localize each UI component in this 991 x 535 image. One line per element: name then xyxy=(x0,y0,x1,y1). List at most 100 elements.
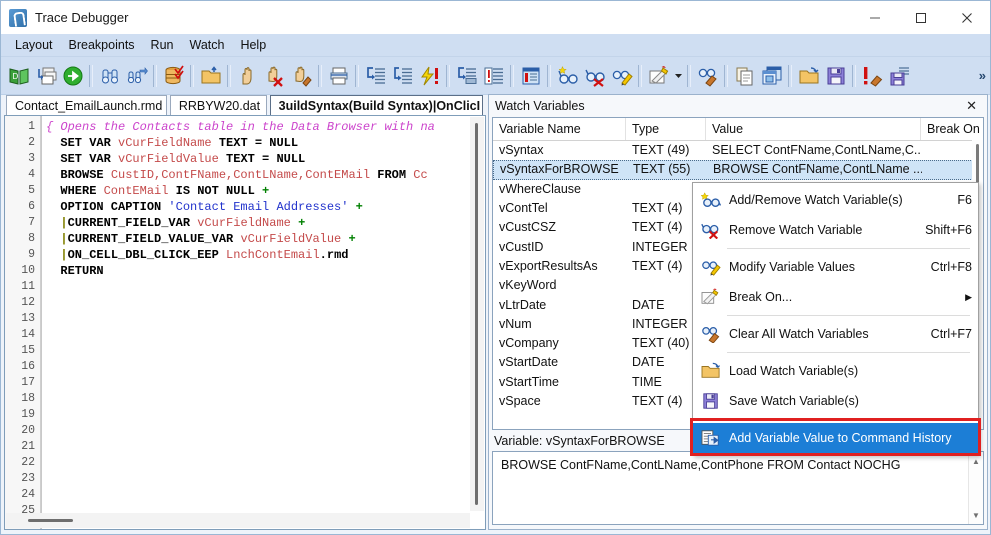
toolbar-overflow-chevron[interactable]: » xyxy=(979,68,986,83)
watch-variables-panel: Watch Variables ✕ Variable Name Type Val… xyxy=(488,94,988,530)
line-number: 3 xyxy=(28,152,35,165)
open-folder-up-icon[interactable] xyxy=(197,61,224,91)
table-row[interactable]: vSyntaxForBROWSE TEXT (55) BROWSE ContFNam… xyxy=(493,160,983,180)
hand-pause-icon[interactable] xyxy=(234,61,261,91)
column-header-value[interactable]: Value xyxy=(706,118,921,140)
maximize-button[interactable] xyxy=(898,1,944,34)
line-number: 22 xyxy=(21,456,35,469)
table-row[interactable]: vSyntax TEXT (49) SELECT ContFName,ContLNa… xyxy=(493,141,983,160)
open-book-icon[interactable]: D xyxy=(5,61,32,91)
column-header-break-on[interactable]: Break On xyxy=(921,118,983,140)
step-over-icon[interactable] xyxy=(389,61,416,91)
menu-item-shortcut: Ctrl+F8 xyxy=(930,260,972,274)
break-on-dropdown-icon[interactable] xyxy=(672,61,684,91)
clear-watch-brush-icon[interactable] xyxy=(694,61,721,91)
menu-item-save-watch-variable-s[interactable]: Save Watch Variable(s) xyxy=(693,386,978,416)
add-watch-glasses-icon[interactable] xyxy=(554,61,581,91)
watch-context-menu: Add/Remove Watch Variable(s) F6 Remove Wat… xyxy=(690,182,981,456)
scroll-up-arrow-icon[interactable]: ▲ xyxy=(969,454,983,468)
cell-value: BROWSE ContFName,ContLName ... xyxy=(713,162,922,177)
menu-item-remove-watch-variable[interactable]: Remove Watch Variable Shift+F6 xyxy=(693,215,978,245)
lightning-break-icon[interactable] xyxy=(416,61,443,91)
step-into-icon[interactable] xyxy=(362,61,389,91)
window-stack-icon[interactable] xyxy=(758,61,785,91)
toolbar-separator xyxy=(153,64,157,87)
line-number: 16 xyxy=(21,360,35,373)
cell-variable-name: vStartDate xyxy=(499,355,559,370)
line-number: 17 xyxy=(21,376,35,389)
scrollbar-thumb[interactable] xyxy=(475,123,478,505)
code-line: OPTION CAPTION 'Contact Email Addresses'… xyxy=(46,199,485,215)
step-out-icon[interactable] xyxy=(453,61,480,91)
hand-clear-brush-icon[interactable] xyxy=(288,61,315,91)
scroll-down-arrow-icon[interactable]: ▼ xyxy=(969,508,983,522)
tab-rrbyw20[interactable]: RRBYW20.dat xyxy=(169,95,267,116)
clear-breakpoints-icon[interactable] xyxy=(859,61,886,91)
save-list-floppy-icon[interactable] xyxy=(886,61,913,91)
code-token: 'Contact Email Addresses' xyxy=(168,200,349,214)
find-binoculars-icon[interactable] xyxy=(96,61,123,91)
code-editor[interactable]: 1 2 3 4 5 6 7 8 9 10 11 12 13 14 15 16 1 xyxy=(4,115,486,530)
menu-item-break-on[interactable]: Break On... ▶ xyxy=(693,282,978,312)
cell-variable-name: vNum xyxy=(499,316,532,331)
menu-watch[interactable]: Watch xyxy=(181,36,232,54)
menu-item-load-watch-variable-s[interactable]: Load Watch Variable(s) xyxy=(693,356,978,386)
column-header-variable-name[interactable]: Variable Name xyxy=(493,118,626,140)
menu-help[interactable]: Help xyxy=(232,36,274,54)
copy-windows-icon[interactable] xyxy=(32,61,59,91)
code-line: RETURN xyxy=(46,263,485,279)
print-icon[interactable] xyxy=(325,61,352,91)
code-token: + xyxy=(262,184,270,198)
code-line: BROWSE CustID,ContFName,ContLName,ContEM… xyxy=(46,167,485,183)
scrollbar-thumb[interactable] xyxy=(28,519,73,522)
command-history-icon[interactable] xyxy=(517,61,544,91)
menu-item-label: Modify Variable Values xyxy=(729,260,855,274)
menu-item-modify-variable-values[interactable]: Modify Variable Values Ctrl+F8 xyxy=(693,252,978,282)
modify-watch-pencil-icon[interactable] xyxy=(608,61,635,91)
code-text-area[interactable]: { Opens the Contacts table in the Data B… xyxy=(41,116,485,529)
line-number: 10 xyxy=(21,264,35,277)
tab-contact-emaillaunch[interactable]: Contact_EmailLaunch.rmd xyxy=(6,95,167,116)
save-floppy-icon[interactable] xyxy=(822,61,849,91)
load-folder-icon[interactable] xyxy=(795,61,822,91)
editor-horizontal-scrollbar[interactable] xyxy=(6,513,470,528)
close-icon[interactable]: ✕ xyxy=(962,98,981,114)
go-run-icon[interactable] xyxy=(59,61,86,91)
menu-item-label: Remove Watch Variable xyxy=(729,223,863,237)
break-on-pencil-icon[interactable] xyxy=(645,61,672,91)
line-number: 5 xyxy=(28,184,35,197)
variable-value-box[interactable]: BROWSE ContFName,ContLName,ContPhone FRO… xyxy=(492,451,984,525)
code-token: FROM xyxy=(370,168,414,182)
menu-breakpoints[interactable]: Breakpoints xyxy=(61,36,143,54)
remove-watch-glasses-icon[interactable] xyxy=(581,61,608,91)
menu-item-label: Save Watch Variable(s) xyxy=(729,394,859,408)
code-token: WHERE xyxy=(46,184,104,198)
menu-layout[interactable]: Layout xyxy=(7,36,61,54)
minimize-button[interactable] xyxy=(852,1,898,34)
code-line: SET VAR vCurFieldName TEXT = NULL xyxy=(46,135,485,151)
cell-variable-name: vExportResultsAs xyxy=(499,258,598,273)
menu-item-add-variable-value-to-command-history[interactable]: Add Variable Value to Command History xyxy=(693,423,978,453)
code-token: | xyxy=(46,232,68,246)
variable-value-scrollbar[interactable]: ▲ ▼ xyxy=(968,452,983,524)
add-remove-watch-glasses-icon xyxy=(697,188,725,212)
hand-stop-red-x-icon[interactable] xyxy=(261,61,288,91)
code-token: IS NOT NULL xyxy=(168,184,263,198)
code-token: TEXT = NULL xyxy=(218,152,306,166)
menu-item-shortcut: F6 xyxy=(957,193,972,207)
copy-page-icon[interactable] xyxy=(731,61,758,91)
close-button[interactable] xyxy=(944,1,990,34)
menu-run[interactable]: Run xyxy=(143,36,182,54)
column-header-type[interactable]: Type xyxy=(626,118,706,140)
tab-build-syntax-onclick[interactable]: 3uildSyntax(Build Syntax)|OnClicI xyxy=(269,95,483,116)
find-next-binoculars-icon[interactable] xyxy=(123,61,150,91)
database-check-icon[interactable] xyxy=(160,61,187,91)
code-token: | xyxy=(46,216,68,230)
line-number: 7 xyxy=(28,216,35,229)
run-to-cursor-icon[interactable] xyxy=(480,61,507,91)
code-token: RETURN xyxy=(46,264,104,278)
menu-item-add-remove-watch-variable-s[interactable]: Add/Remove Watch Variable(s) F6 xyxy=(693,185,978,215)
editor-vertical-scrollbar[interactable] xyxy=(470,117,484,511)
menu-item-clear-all-watch-variables[interactable]: Clear All Watch Variables Ctrl+F7 xyxy=(693,319,978,349)
line-number: 20 xyxy=(21,424,35,437)
